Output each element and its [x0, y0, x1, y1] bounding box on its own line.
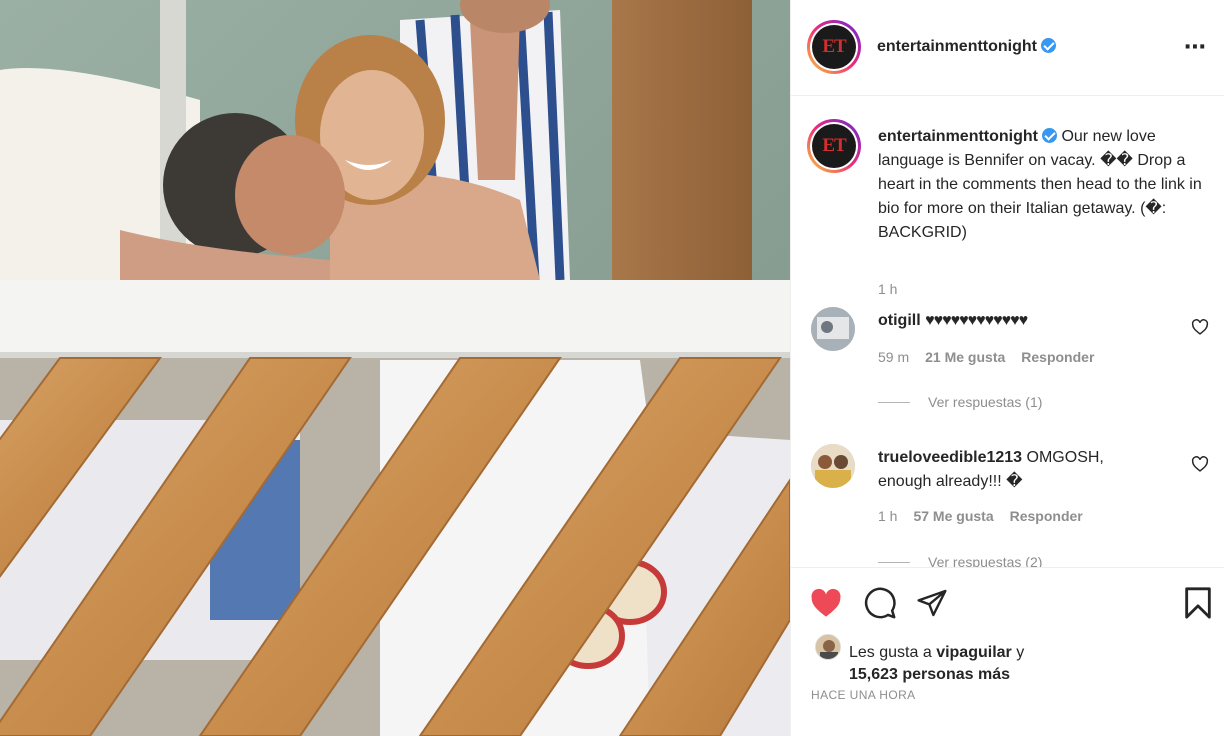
comment-likes[interactable]: 57 Me gusta: [913, 508, 993, 524]
liked-by-prefix: Les gusta a: [849, 644, 932, 661]
author-avatar[interactable]: ET: [807, 20, 861, 74]
likes-summary: Les gusta a vipaguilar y 15,623 personas…: [849, 642, 1024, 686]
view-replies-label[interactable]: Ver respuestas (1): [928, 394, 1042, 410]
comment-text: ♥♥♥♥♥♥♥♥♥♥♥♥: [925, 312, 1028, 329]
bookmark-icon[interactable]: [1181, 586, 1215, 620]
verified-badge-icon: [1042, 128, 1057, 143]
comments-list[interactable]: ET entertainmenttonight Our new love lan…: [791, 97, 1224, 567]
comment-time[interactable]: 59 m: [878, 349, 909, 365]
post-photo[interactable]: [0, 0, 790, 736]
caption-time[interactable]: 1 h: [878, 281, 897, 297]
caption-username[interactable]: entertainmenttonight: [878, 128, 1038, 145]
commenter-avatar[interactable]: [811, 444, 855, 488]
commenter-avatar-image: [811, 307, 855, 351]
comment-reply-button[interactable]: Responder: [1010, 508, 1083, 524]
post-side-panel: ET entertainmenttonight ⋯ ET entertainme…: [790, 0, 1224, 736]
comment-username[interactable]: otigill: [878, 312, 921, 329]
commenter-avatar-image: [811, 444, 855, 488]
liked-by-user[interactable]: vipaguilar: [936, 644, 1012, 661]
share-icon[interactable]: [915, 586, 949, 620]
commenter-avatar[interactable]: [811, 307, 855, 351]
comment-like-heart-icon[interactable]: [1191, 319, 1209, 340]
post-timestamp[interactable]: HACE UNA HORA: [811, 688, 916, 702]
heart-icon[interactable]: [809, 586, 843, 620]
comment-time[interactable]: 1 h: [878, 508, 897, 524]
replies-divider: [878, 561, 910, 563]
author-avatar-logo: ET: [812, 25, 856, 69]
post-actions: Les gusta a vipaguilar y 15,623 personas…: [791, 567, 1224, 736]
liker-avatar-image: [816, 635, 840, 659]
comment-body: otigill ♥♥♥♥♥♥♥♥♥♥♥♥: [878, 309, 1158, 333]
view-replies[interactable]: Ver respuestas (2): [878, 554, 1042, 567]
more-options-icon[interactable]: ⋯: [1184, 34, 1207, 60]
post-photo-image: [0, 0, 790, 736]
comment-like-heart-icon[interactable]: [1191, 456, 1209, 477]
verified-badge-icon: [1041, 38, 1056, 53]
comment-username[interactable]: trueloveedible1213: [878, 449, 1022, 466]
comment-icon[interactable]: [863, 586, 897, 620]
author-username-text[interactable]: entertainmenttonight: [877, 38, 1037, 55]
author-username[interactable]: entertainmenttonight: [877, 38, 1056, 56]
comment-body: trueloveedible1213 OMGOSH, enough alread…: [878, 446, 1158, 494]
view-replies[interactable]: Ver respuestas (1): [878, 394, 1042, 410]
liked-by-suffix: y: [1016, 644, 1025, 661]
comment-meta: 59 m 21 Me gusta Responder: [878, 349, 1094, 365]
comment-meta: 1 h 57 Me gusta Responder: [878, 508, 1083, 524]
replies-divider: [878, 401, 910, 403]
comment-reply-button[interactable]: Responder: [1021, 349, 1094, 365]
view-replies-label[interactable]: Ver respuestas (2): [928, 554, 1042, 567]
post-header: ET entertainmenttonight ⋯: [791, 0, 1224, 96]
caption-avatar[interactable]: ET: [807, 119, 861, 173]
liker-avatar[interactable]: [815, 634, 841, 660]
likes-others-count[interactable]: 15,623 personas más: [849, 666, 1010, 683]
comment-likes[interactable]: 21 Me gusta: [925, 349, 1005, 365]
caption-avatar-logo: ET: [812, 124, 856, 168]
caption-text-block: entertainmenttonight Our new love langua…: [878, 125, 1208, 245]
